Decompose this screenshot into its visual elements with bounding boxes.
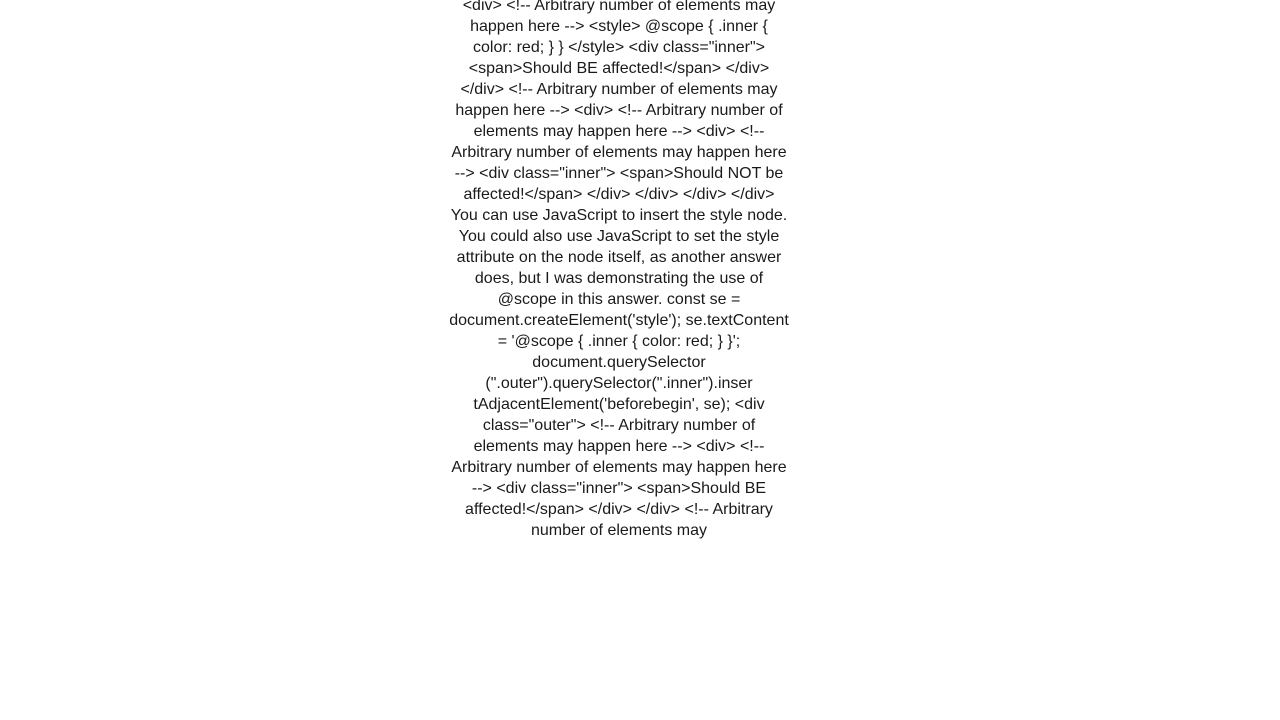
text-content-column: <div> <!-- Arbitrary number of elements … <box>449 0 789 541</box>
mixed-code-prose-text: <div> <!-- Arbitrary number of elements … <box>449 0 789 541</box>
